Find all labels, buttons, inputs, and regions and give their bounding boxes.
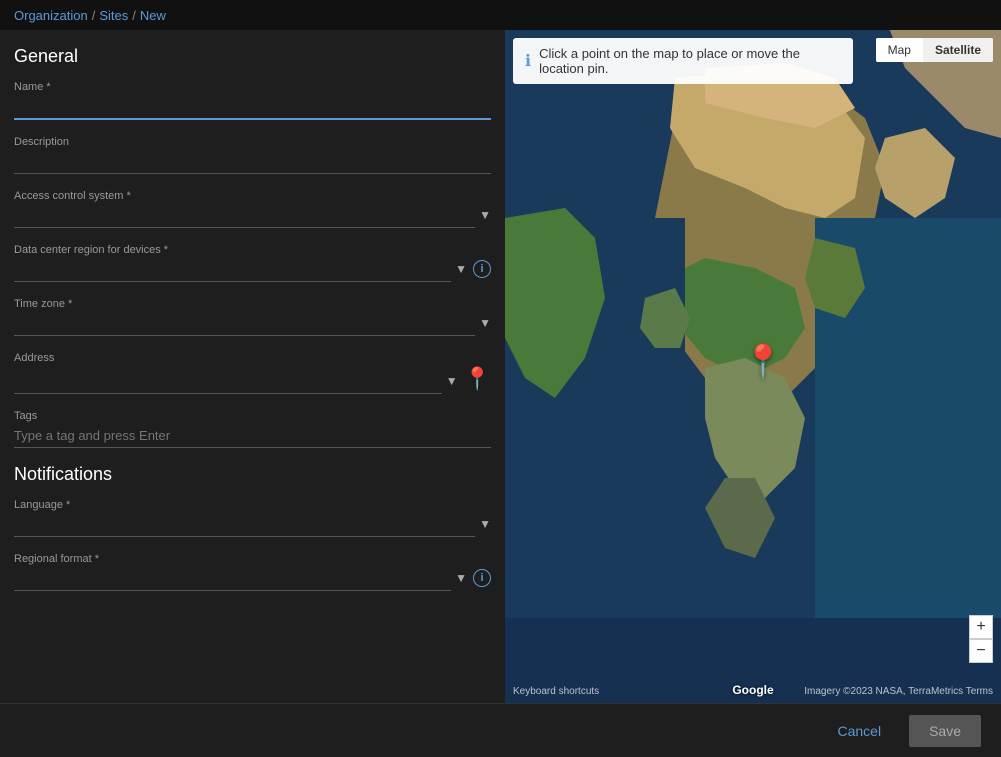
map-attribution: Google — [732, 683, 773, 697]
map-tooltip: ℹ Click a point on the map to place or m… — [513, 38, 853, 84]
address-dropdown-icon[interactable]: ▼ — [446, 374, 458, 388]
breadcrumb: Organization / Sites / New — [14, 8, 166, 23]
regional-info-icon[interactable]: i — [473, 569, 491, 587]
datacenter-info-icon[interactable]: i — [473, 260, 491, 278]
tags-input[interactable] — [14, 424, 491, 448]
access-control-dropdown-icon[interactable]: ▼ — [479, 208, 491, 222]
notifications-section: Notifications Language * ▼ Regional form… — [14, 464, 491, 591]
regional-dropdown-icon[interactable]: ▼ — [455, 571, 467, 585]
main-layout: General Name * Description Access contro… — [0, 30, 1001, 703]
language-input[interactable] — [14, 513, 475, 537]
location-pin: 📍 — [743, 342, 783, 380]
map-toggle-satellite-btn[interactable]: Satellite — [923, 38, 993, 62]
address-input[interactable] — [14, 370, 442, 394]
map-toggle-map-btn[interactable]: Map — [876, 38, 923, 62]
breadcrumb-current: New — [140, 8, 166, 23]
notifications-section-title: Notifications — [14, 464, 491, 485]
form-panel: General Name * Description Access contro… — [0, 30, 505, 703]
regional-label: Regional format * — [14, 553, 491, 565]
breadcrumb-sep-1: / — [92, 8, 96, 23]
tooltip-text: Click a point on the map to place or mov… — [539, 46, 841, 76]
keyboard-shortcuts[interactable]: Keyboard shortcuts — [513, 686, 599, 697]
breadcrumb-org[interactable]: Organization — [14, 8, 88, 23]
breadcrumb-sep-2: / — [132, 8, 136, 23]
timezone-dropdown-icon[interactable]: ▼ — [479, 316, 491, 330]
address-label: Address — [14, 352, 491, 364]
map-panel: ℹ Click a point on the map to place or m… — [505, 30, 1001, 703]
timezone-group: Time zone * ▼ — [14, 298, 491, 336]
map-container[interactable]: ℹ Click a point on the map to place or m… — [505, 30, 1001, 703]
datacenter-dropdown-icon[interactable]: ▼ — [455, 262, 467, 276]
regional-input[interactable] — [14, 567, 451, 591]
imagery-attribution: Imagery ©2023 NASA, TerraMetrics Terms — [804, 686, 993, 697]
map-zoom-controls: + − — [969, 615, 993, 663]
save-button[interactable]: Save — [909, 715, 981, 747]
address-pin-icon[interactable]: 📍 — [464, 366, 491, 392]
timezone-input[interactable] — [14, 312, 475, 336]
datacenter-input[interactable] — [14, 258, 451, 282]
map-type-toggle: Map Satellite — [876, 38, 993, 62]
tooltip-info-icon: ℹ — [525, 51, 531, 71]
address-group: Address ▼ 📍 — [14, 352, 491, 394]
datacenter-label: Data center region for devices * — [14, 244, 491, 256]
top-bar: Organization / Sites / New — [0, 0, 1001, 30]
language-label: Language * — [14, 499, 491, 511]
description-group: Description — [14, 136, 491, 174]
tags-group: Tags — [14, 410, 491, 448]
name-group: Name * — [14, 81, 491, 120]
cancel-button[interactable]: Cancel — [821, 715, 897, 747]
name-input[interactable] — [14, 95, 491, 120]
access-control-input[interactable] — [14, 204, 475, 228]
description-label: Description — [14, 136, 491, 148]
language-group: Language * ▼ — [14, 499, 491, 537]
description-input[interactable] — [14, 150, 491, 174]
language-dropdown-icon[interactable]: ▼ — [479, 517, 491, 531]
access-control-group: Access control system * ▼ — [14, 190, 491, 228]
breadcrumb-sites[interactable]: Sites — [99, 8, 128, 23]
regional-group: Regional format * ▼ i — [14, 553, 491, 591]
access-control-label: Access control system * — [14, 190, 491, 202]
datacenter-group: Data center region for devices * ▼ i — [14, 244, 491, 282]
timezone-label: Time zone * — [14, 298, 491, 310]
name-label: Name * — [14, 81, 491, 93]
tags-label: Tags — [14, 410, 491, 422]
general-section-title: General — [14, 46, 491, 67]
action-bar: Cancel Save — [0, 703, 1001, 757]
zoom-in-button[interactable]: + — [969, 615, 993, 639]
zoom-out-button[interactable]: − — [969, 639, 993, 663]
